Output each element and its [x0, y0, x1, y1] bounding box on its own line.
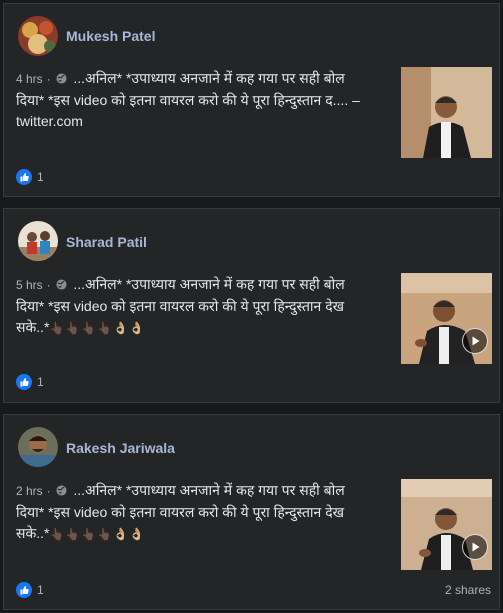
- globe-icon: [56, 481, 68, 502]
- share-count[interactable]: 2 shares: [445, 583, 491, 597]
- author-name[interactable]: Mukesh Patel: [66, 28, 155, 44]
- post-card: Mukesh Patel 4 hrs · ...अनिल* *उपाध्याय …: [3, 3, 500, 197]
- like-count[interactable]: 1: [37, 375, 44, 389]
- emoji-sequence: 👆🏿👆🏿👆🏿👆🏿👌🏼👌🏼: [49, 527, 146, 541]
- play-icon[interactable]: [462, 328, 488, 354]
- separator: ·: [46, 72, 51, 86]
- post-text: 4 hrs · ...अनिल* *उपाध्याय अनजाने में कह…: [16, 68, 386, 132]
- post-text-line: ...अनिल* *उपाध्याय अनजाने में कह गया पर …: [73, 276, 345, 292]
- post-text-line: दिया* *इस video को इतना वायरल करो की ये …: [16, 92, 360, 108]
- post-link-domain[interactable]: twitter.com: [16, 113, 83, 129]
- post-thumbnail[interactable]: [401, 67, 492, 158]
- post-text-line: ...अनिल* *उपाध्याय अनजाने में कह गया पर …: [73, 482, 345, 498]
- avatar[interactable]: [18, 16, 58, 56]
- post-time[interactable]: 5 hrs: [16, 278, 43, 292]
- emoji-sequence: 👆🏿👆🏿👆🏿👆🏿👌🏼👌🏼: [49, 321, 146, 335]
- post-card: Rakesh Jariwala 2 hrs · ...अनिल* *उपाध्य…: [3, 414, 500, 610]
- like-count[interactable]: 1: [37, 583, 44, 597]
- separator: ·: [46, 484, 51, 498]
- post-card: Sharad Patil 5 hrs · ...अनिल* *उपाध्याय …: [3, 208, 500, 403]
- author-name[interactable]: Rakesh Jariwala: [66, 440, 175, 456]
- separator: ·: [46, 278, 51, 292]
- thumbs-up-icon[interactable]: [16, 582, 32, 598]
- globe-icon: [56, 275, 68, 296]
- avatar[interactable]: [18, 221, 58, 261]
- post-text-line: दिया* *इस video को इतना वायरल करो की ये …: [16, 504, 345, 520]
- thumbs-up-icon[interactable]: [16, 374, 32, 390]
- like-count[interactable]: 1: [37, 170, 44, 184]
- video-thumbnail[interactable]: [401, 273, 492, 364]
- post-text-line: ...अनिल* *उपाध्याय अनजाने में कह गया पर …: [73, 70, 345, 86]
- post-text-line: सके..*: [16, 319, 50, 335]
- post-text-line: दिया* *इस video को इतना वायरल करो की ये …: [16, 298, 345, 314]
- play-icon[interactable]: [462, 534, 488, 560]
- post-time[interactable]: 4 hrs: [16, 72, 43, 86]
- globe-icon: [56, 69, 68, 90]
- post-text: 2 hrs · ...अनिल* *उपाध्याय अनजाने में कह…: [16, 480, 386, 545]
- author-name[interactable]: Sharad Patil: [66, 234, 147, 250]
- post-text: 5 hrs · ...अनिल* *उपाध्याय अनजाने में कह…: [16, 274, 386, 339]
- post-time[interactable]: 2 hrs: [16, 484, 43, 498]
- post-text-line: सके..*: [16, 525, 50, 541]
- video-thumbnail[interactable]: [401, 479, 492, 570]
- avatar[interactable]: [18, 427, 58, 467]
- thumbs-up-icon[interactable]: [16, 169, 32, 185]
